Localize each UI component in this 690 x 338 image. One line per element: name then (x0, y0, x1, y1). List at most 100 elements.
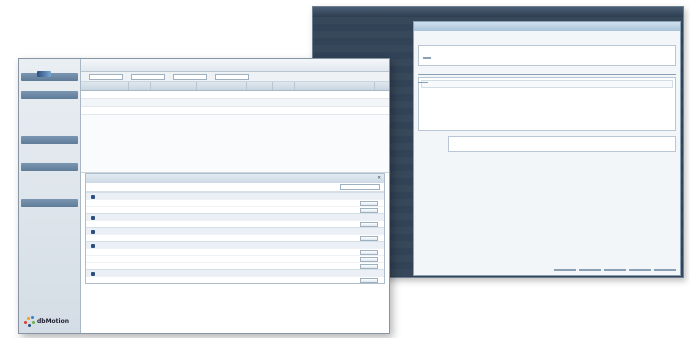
table-cell (197, 107, 247, 114)
history-panel (418, 45, 676, 66)
envelope-icon (91, 244, 95, 248)
message-row[interactable] (86, 255, 384, 262)
table-row[interactable] (81, 91, 389, 99)
screenshot-composite: dbMotion ✕ (0, 0, 690, 338)
filter-input[interactable] (131, 73, 165, 80)
history-button[interactable] (423, 57, 431, 59)
table-cell (273, 99, 295, 106)
filter-input[interactable] (215, 73, 249, 80)
table-cell (295, 91, 375, 98)
sidebar-item[interactable] (21, 172, 78, 180)
message-group-header[interactable] (86, 227, 384, 234)
column-header[interactable] (247, 82, 273, 90)
sidebar-item[interactable] (21, 109, 78, 117)
message-row[interactable] (86, 262, 384, 269)
message-group-header[interactable] (86, 269, 384, 276)
brand-dots-icon (23, 315, 35, 327)
message-group-header[interactable] (86, 241, 384, 248)
column-header[interactable] (197, 82, 247, 90)
message-row[interactable] (86, 206, 384, 213)
message-row[interactable] (86, 234, 384, 241)
sidebar-item[interactable] (21, 100, 78, 108)
envelope-icon (91, 195, 95, 199)
brand-logo: dbMotion (23, 315, 69, 327)
table-cell (273, 107, 295, 114)
messages-panel: ✕ (85, 173, 385, 284)
message-action-button[interactable] (360, 221, 378, 227)
patient-info (418, 34, 536, 36)
table-cell (129, 107, 151, 114)
note-row (414, 133, 680, 155)
messages-header: ✕ (86, 174, 384, 183)
dialog-button-4[interactable] (629, 269, 651, 271)
messages-toolbar (86, 183, 384, 192)
message-action-button[interactable] (360, 256, 378, 262)
sidebar-item[interactable] (21, 199, 78, 207)
worklist-grid-body (81, 91, 389, 115)
filter-input[interactable] (173, 73, 207, 80)
messages-filter-select[interactable] (340, 184, 380, 190)
table-cell (151, 99, 197, 106)
table-cell (81, 107, 129, 114)
sidebar-item[interactable] (21, 154, 78, 162)
table-row[interactable] (81, 99, 389, 107)
table-row[interactable] (81, 107, 389, 115)
filter-input[interactable] (89, 73, 123, 80)
sidebar-item[interactable] (21, 190, 78, 198)
message-row[interactable] (86, 199, 384, 206)
message-row[interactable] (86, 220, 384, 227)
sidebar-item[interactable] (21, 118, 78, 126)
sidebar-item[interactable] (21, 82, 78, 90)
table-cell (295, 99, 375, 106)
grid-empty-space (81, 115, 389, 173)
dialog-button-1[interactable] (554, 269, 576, 271)
messages-close-icon[interactable]: ✕ (377, 176, 381, 181)
message-row[interactable] (86, 276, 384, 283)
message-action-button[interactable] (360, 235, 378, 241)
dialog-button-5[interactable] (654, 269, 676, 271)
tab-discussion[interactable] (418, 82, 428, 83)
column-header[interactable] (151, 82, 197, 90)
table-cell (151, 107, 197, 114)
column-header[interactable] (273, 82, 295, 90)
sidebar-item[interactable] (21, 208, 78, 216)
dialog-buttons (554, 269, 676, 271)
sidebar-item[interactable] (21, 136, 78, 144)
message-action-button[interactable] (360, 277, 378, 283)
back-app-title (313, 7, 683, 17)
sidebar-item[interactable] (21, 181, 78, 189)
dialog-header-info (414, 31, 680, 39)
sidebar-item[interactable] (21, 127, 78, 135)
message-action-button[interactable] (360, 200, 378, 206)
column-header[interactable] (129, 82, 151, 90)
main-header (81, 59, 389, 72)
sidebar-item[interactable] (21, 163, 78, 171)
filter-bar (81, 72, 389, 82)
column-header[interactable] (81, 82, 129, 90)
note-textarea[interactable] (448, 136, 676, 152)
column-header[interactable] (295, 82, 375, 90)
message-dialog (413, 21, 681, 276)
dialog-button-3[interactable] (604, 269, 626, 271)
sidebar-item[interactable] (21, 91, 78, 99)
sidebar-item[interactable] (21, 145, 78, 153)
brand-dot (32, 321, 35, 324)
message-action-button[interactable] (360, 249, 378, 255)
table-cell (81, 91, 129, 98)
table-cell (247, 91, 273, 98)
dialog-button-2[interactable] (579, 269, 601, 271)
message-action-button[interactable] (360, 263, 378, 269)
dialog-title (414, 22, 680, 31)
table-cell (81, 99, 129, 106)
message-action-button[interactable] (360, 207, 378, 213)
table-cell (197, 99, 247, 106)
message-group-header[interactable] (86, 192, 384, 199)
reply-thread (418, 77, 676, 131)
message-group-header[interactable] (86, 213, 384, 220)
brand-dot (24, 321, 27, 324)
envelope-icon (91, 230, 95, 234)
message-row[interactable] (86, 248, 384, 255)
table-cell (129, 99, 151, 106)
author-info (546, 34, 664, 36)
table-cell (247, 107, 273, 114)
